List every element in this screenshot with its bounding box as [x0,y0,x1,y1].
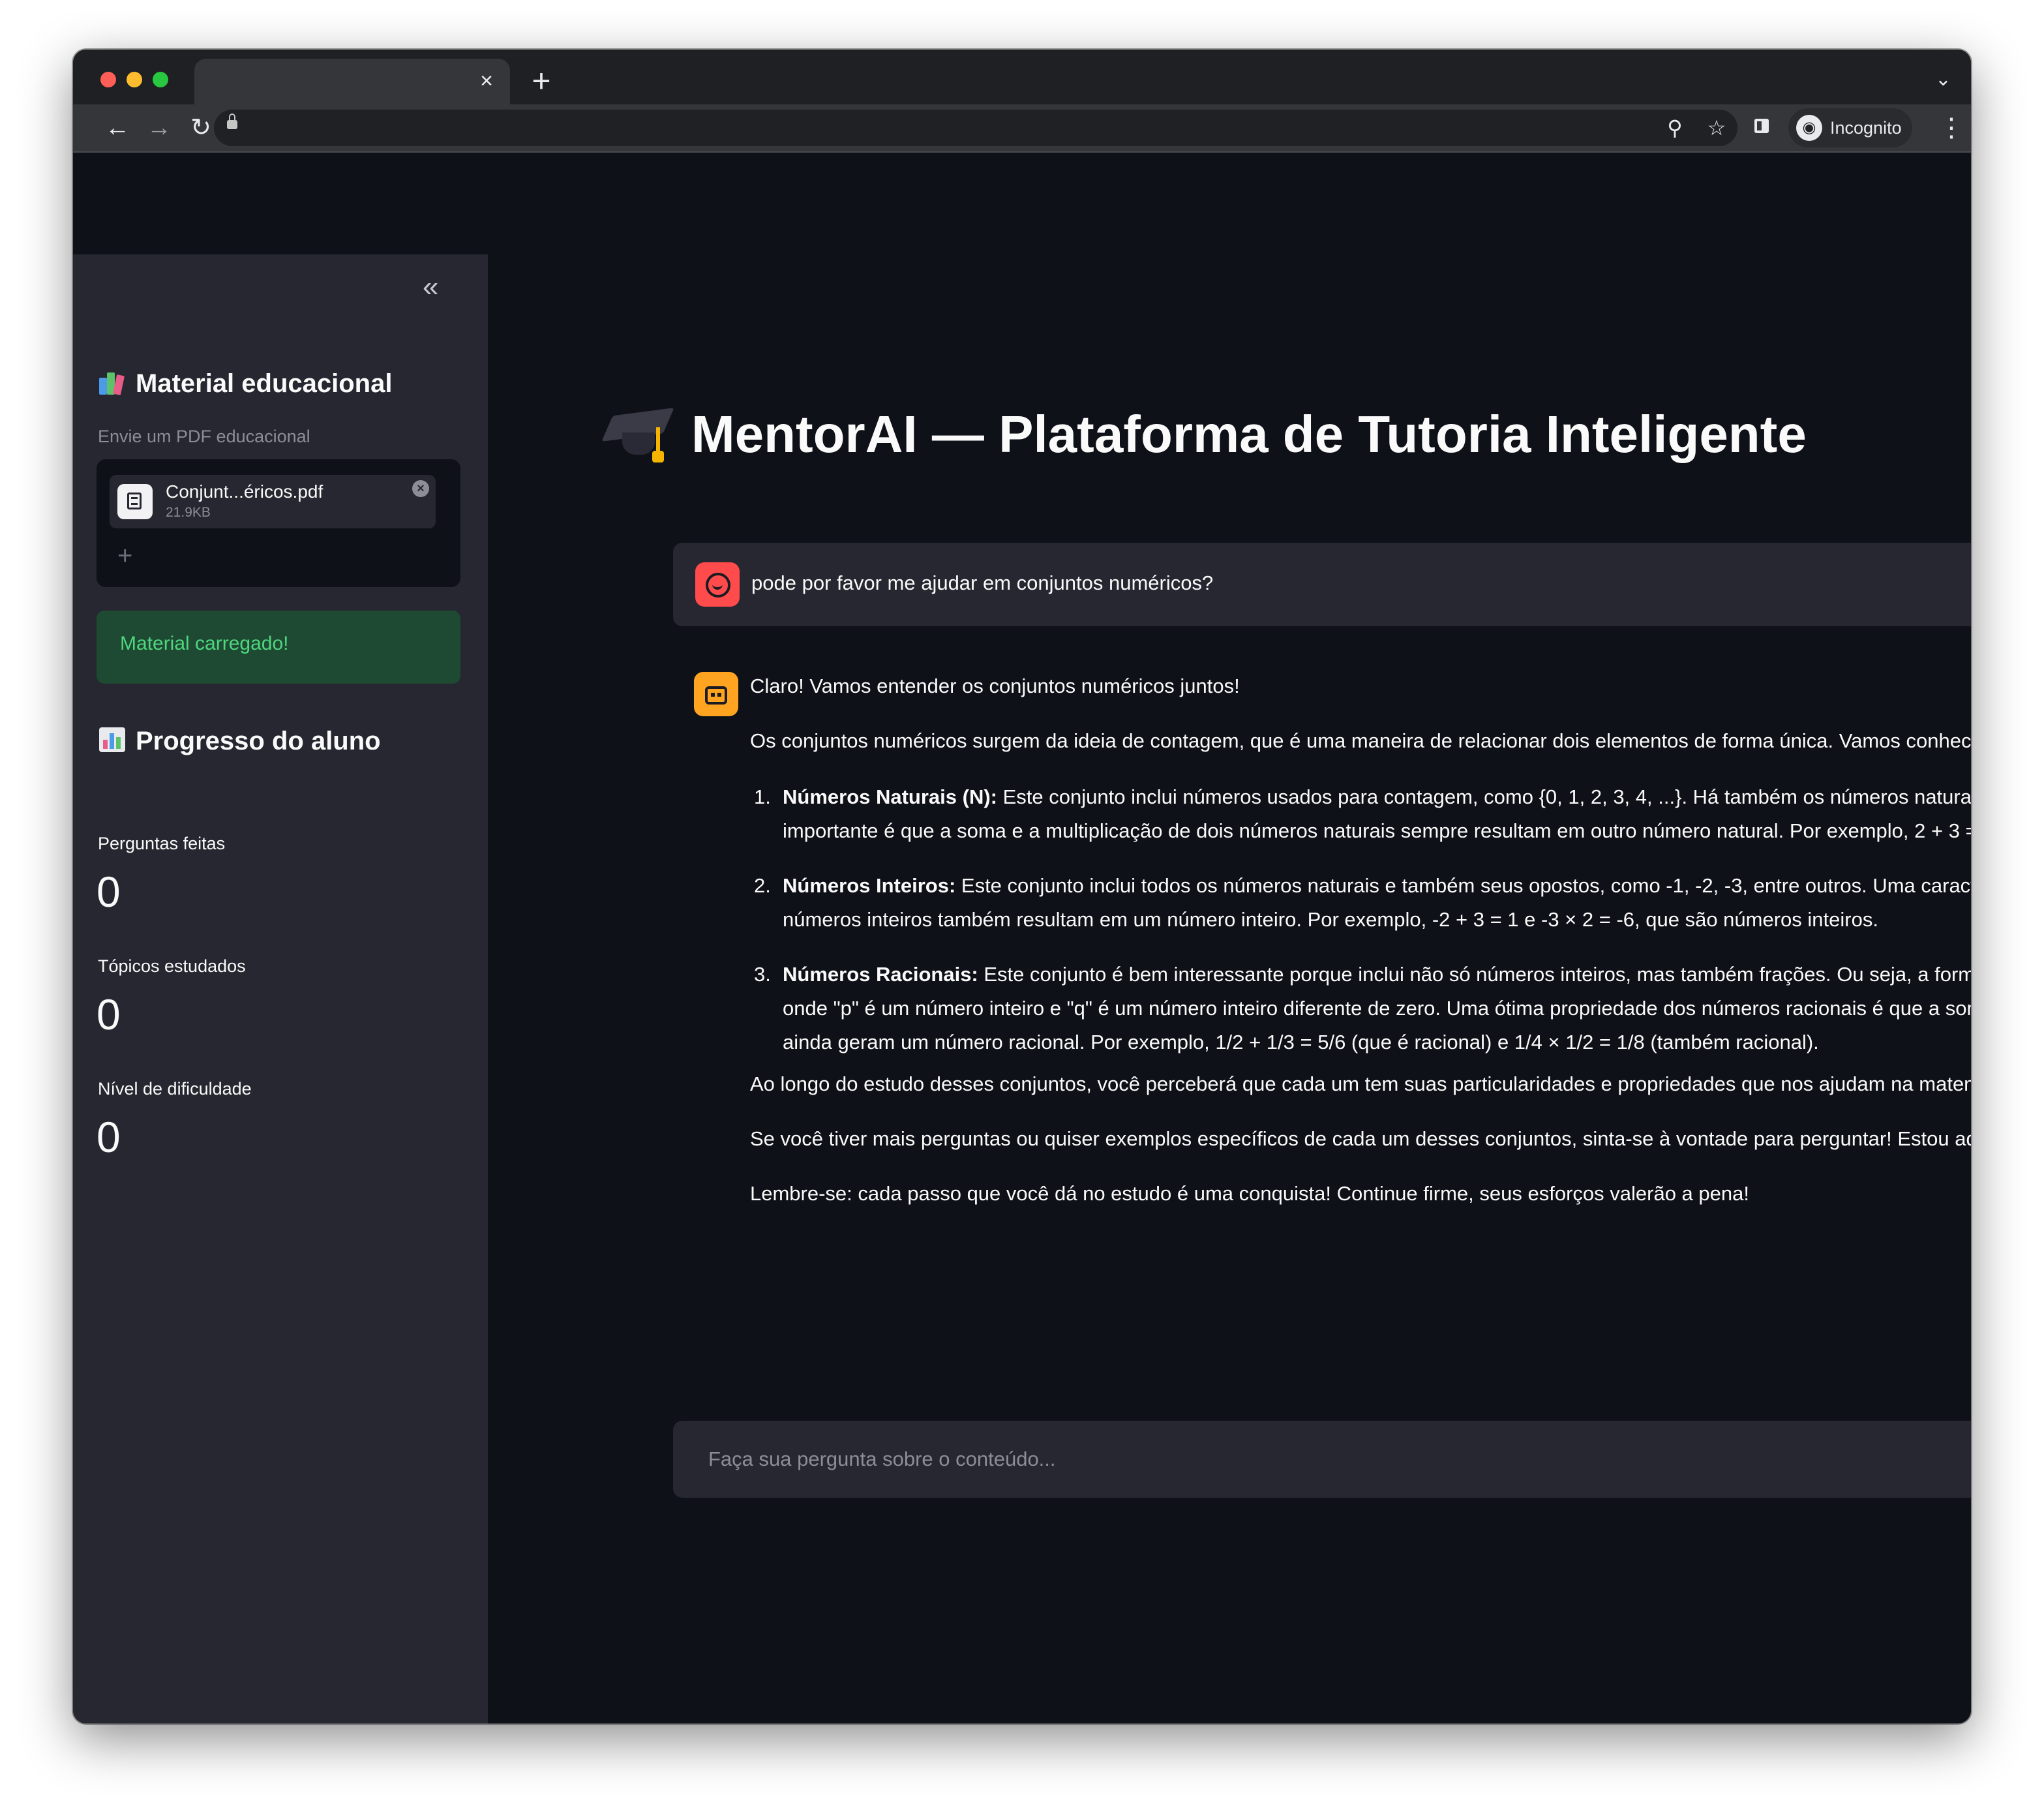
assistant-paragraph: Ao longo do estudo desses conjuntos, voc… [750,1072,1971,1095]
address-bar[interactable]: ⚲ ☆ [214,110,1737,146]
progress-heading-text: Progresso do aluno [136,727,381,755]
chat-input[interactable] [673,1421,1971,1498]
list-text: Este conjunto inclui todos os números na… [955,874,1971,897]
sidebar: « Material educacional Envie um PDF educ… [73,254,488,1723]
page-title: MentorAI — Plataforma de Tutoria Intelig… [601,403,1807,466]
browser-tab[interactable]: × [194,59,510,104]
list-item: 3. Números Racionais: Este conjunto é be… [750,958,1971,1059]
metric-questions-value: 0 [97,868,121,916]
remove-file-icon[interactable]: × [412,480,429,497]
new-tab-button[interactable]: + [523,63,560,99]
list-term: Números Inteiros: [783,874,956,897]
side-panel-icon[interactable] [1754,119,1769,133]
forward-arrow-icon[interactable]: → [142,111,176,145]
browser-toolbar: ← → ↻ ⚲ ☆ ◉ Incognito ⋮ [73,104,1971,153]
incognito-profile-button[interactable]: ◉ Incognito [1788,108,1912,147]
list-item: 2. Números Inteiros: Este conjunto inclu… [750,869,1971,937]
browser-menu-icon[interactable]: ⋮ [1938,112,1964,144]
list-term: Números Racionais: [783,963,978,986]
bookmark-star-icon[interactable]: ☆ [1704,115,1730,141]
metric-topics-value: 0 [97,990,121,1039]
file-size: 21.9KB [166,505,211,520]
material-heading: Material educacional [99,367,392,401]
assistant-paragraph: Os conjuntos numéricos surgem da ideia d… [750,729,1971,752]
assistant-avatar-icon [694,672,738,716]
success-alert: Material carregado! [97,611,460,684]
metric-topics-label: Tópicos estudados [98,956,246,976]
back-arrow-icon[interactable]: ← [100,111,134,145]
incognito-icon: ◉ [1796,115,1822,141]
collapse-sidebar-icon[interactable]: « [423,270,438,304]
bar-chart-icon [99,727,125,752]
close-tab-icon[interactable]: × [473,68,500,94]
progress-heading: Progresso do aluno [99,724,381,758]
add-file-icon[interactable]: + [117,540,132,571]
metric-difficulty-label: Nível de dificuldade [98,1079,252,1099]
material-heading-text: Material educacional [136,369,393,398]
minimize-window-button[interactable] [127,72,142,87]
main-content: MentorAI — Plataforma de Tutoria Intelig… [488,254,1971,1723]
metric-questions-label: Perguntas feitas [98,834,226,853]
list-item: 1. Números Naturais (N): Este conjunto i… [750,780,1971,848]
list-text: onde "p" é um número inteiro e "q" é um … [783,997,1971,1020]
uploaded-file: Conjunt...éricos.pdf 21.9KB × [110,475,436,528]
close-window-button[interactable] [100,72,116,87]
app-header [73,153,1971,254]
assistant-intro: Claro! Vamos entender os conjuntos numér… [750,675,1240,697]
list-number: 2. [754,874,771,897]
list-number: 3. [754,963,771,986]
file-uploader[interactable]: Conjunt...éricos.pdf 21.9KB × + [97,459,460,587]
success-message: Material carregado! [120,633,289,654]
page-title-text: MentorAI — Plataforma de Tutoria Intelig… [691,405,1807,463]
list-text: importante é que a soma e a multiplicaçã… [783,819,1971,842]
maximize-window-button[interactable] [153,72,168,87]
user-message-text: pode por favor me ajudar em conjuntos nu… [751,571,1214,594]
list-text: números inteiros também resultam em um n… [783,908,1878,931]
books-icon [99,371,125,395]
zoom-icon[interactable]: ⚲ [1662,115,1688,141]
list-text: Este conjunto é bem interessante porque … [978,963,1971,986]
file-name: Conjunt...éricos.pdf [166,481,323,502]
list-text: Este conjunto inclui números usados para… [997,785,1971,808]
document-icon [117,484,153,519]
user-chat-message: pode por favor me ajudar em conjuntos nu… [673,543,1971,626]
incognito-label: Incognito [1830,118,1902,138]
graduation-cap-icon [601,406,674,463]
tab-strip: × + ⌄ [73,50,1971,104]
upload-label: Envie um PDF educacional [98,427,310,446]
list-term: Números Naturais (N): [783,785,997,808]
list-text: ainda geram um número racional. Por exem… [783,1031,1819,1054]
user-avatar-icon [695,562,740,607]
assistant-paragraph: Se você tiver mais perguntas ou quiser e… [750,1127,1971,1150]
browser-window: × + ⌄ ← → ↻ ⚲ ☆ ◉ Incognito ⋮ « Material… [73,50,1971,1723]
assistant-paragraph: Lembre-se: cada passo que você dá no est… [750,1182,1749,1205]
tab-search-icon[interactable]: ⌄ [1935,68,1951,91]
metric-difficulty-value: 0 [97,1113,121,1161]
reload-icon[interactable]: ↻ [184,111,218,145]
list-number: 1. [754,785,771,808]
lock-icon[interactable] [227,114,237,129]
